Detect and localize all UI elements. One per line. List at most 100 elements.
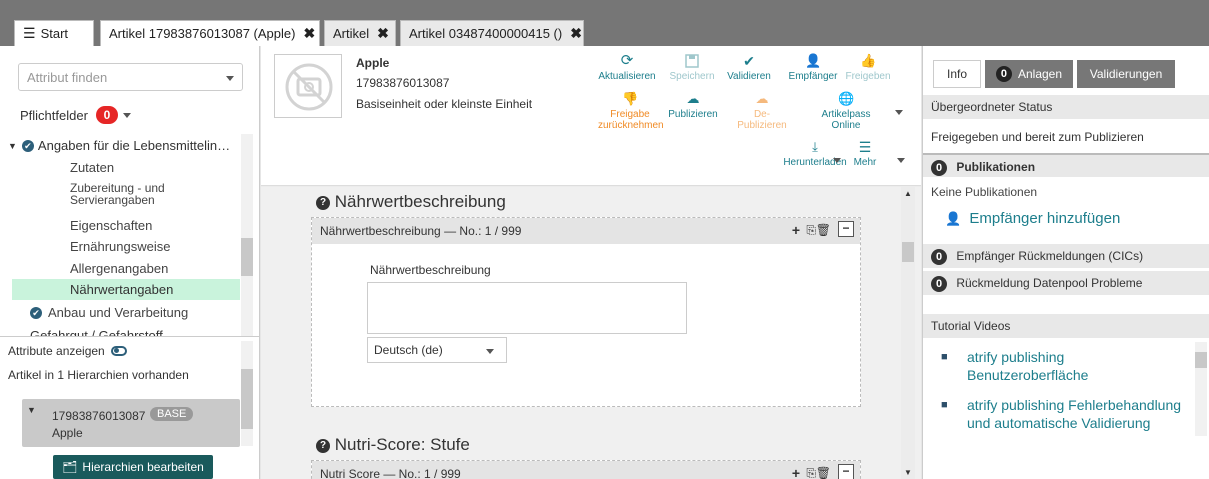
tab-article[interactable]: Artikel ✖	[324, 20, 396, 46]
scroll-down-icon[interactable]: ▼	[904, 468, 912, 477]
download-icon: ⤓	[812, 139, 818, 154]
section-naehrwert-title: ? Nährwertbeschreibung	[316, 192, 506, 212]
attribute-sidebar: Attribut finden Pflichtfelder 0 ▼ ✔ Anga…	[0, 46, 260, 479]
mandatory-fields-filter[interactable]: Pflichtfelder 0	[20, 106, 131, 124]
publish-button[interactable]: ☁ Publizieren	[665, 92, 721, 121]
scroll-up-icon[interactable]: ▲	[904, 189, 912, 198]
close-icon[interactable]: ✖	[377, 25, 389, 42]
divider	[0, 336, 260, 337]
chevron-down-icon	[122, 112, 131, 118]
collapse-icon[interactable]: −	[838, 221, 854, 237]
article-image-placeholder[interactable]	[274, 54, 342, 118]
link-label: Empfänger hinzufügen	[969, 210, 1121, 227]
user-plus-icon: 👤	[805, 53, 822, 68]
user-plus-icon: 👤	[945, 211, 962, 226]
release-button[interactable]: 👍 Freigeben	[843, 54, 893, 83]
field-label: Nährwertbeschreibung	[370, 263, 491, 277]
mandatory-fields-label: Pflichtfelder	[20, 107, 88, 123]
toggle-switch-icon[interactable]	[110, 346, 127, 356]
tool-label: Speichern	[669, 71, 715, 82]
tree-item-zubereitung[interactable]: Zubereitung - und Servierangaben	[70, 182, 230, 206]
search-placeholder: Attribut finden	[27, 70, 108, 85]
menu-icon: ☰	[23, 25, 36, 41]
scrollbar-thumb[interactable]	[241, 238, 253, 276]
scrollbar-thumb[interactable]	[902, 242, 914, 262]
revoke-release-button[interactable]: 👎 Freigabe zurücknehmen	[598, 92, 664, 132]
close-icon[interactable]: ✖	[303, 25, 315, 42]
validate-button[interactable]: ✔ Validieren	[727, 54, 771, 82]
scrollbar-thumb[interactable]	[1195, 352, 1207, 368]
tree-group-gefahrgut[interactable]: Gefahrgut / Gefahrstoff	[8, 328, 240, 336]
chevron-down-icon[interactable]	[897, 158, 905, 163]
unpublish-button[interactable]: ☁ De-Publizieren	[737, 92, 787, 132]
tab-start[interactable]: ☰ Start	[14, 20, 94, 46]
hierarchy-scrollbar[interactable]	[241, 341, 253, 446]
tool-label: Publizieren	[668, 109, 718, 120]
tree-group-food-info[interactable]: ▼ ✔ Angaben für die Lebensmittelin…	[8, 138, 248, 153]
count-badge: 0	[931, 276, 947, 292]
add-icon[interactable]: +	[792, 465, 800, 479]
trash-icon[interactable]: 🗑	[816, 466, 831, 479]
naehrwert-textarea[interactable]	[367, 282, 687, 334]
scrollbar-thumb[interactable]	[241, 369, 253, 429]
copy-icon[interactable]: ⎘	[806, 223, 816, 238]
mandatory-count-badge: 0	[95, 106, 118, 124]
language-select[interactable]: Deutsch (de)	[367, 337, 507, 363]
collapse-icon[interactable]: −	[838, 464, 854, 479]
tree-group-label: Gefahrgut / Gefahrstoff	[30, 328, 163, 336]
article-main: Apple 17983876013087 Basiseinheit oder k…	[261, 46, 921, 479]
row-label: Empfänger Rückmeldungen (CICs)	[956, 249, 1144, 263]
cic-feedback-row[interactable]: 0 Empfänger Rückmeldungen (CICs)	[923, 244, 1209, 268]
hierarchy-gtin: 17983876013087	[52, 409, 146, 423]
copy-icon[interactable]: ⎘	[806, 466, 816, 479]
tab-label: Artikel 17983876013087 (Apple)	[109, 26, 296, 41]
help-icon[interactable]: ?	[316, 438, 330, 453]
tutorial-video-2[interactable]: ■ atrify publishing Fehlerbehandlung und…	[941, 396, 1191, 432]
panel-header-text: Nutri Score — No.: 1 / 999	[320, 467, 461, 479]
tree-item-label: Zubereitung - und Servierangaben	[70, 181, 165, 207]
tutorial-scrollbar[interactable]	[1195, 342, 1207, 436]
check-circle-icon: ✔	[21, 139, 34, 152]
content-scrollbar[interactable]: ▲ ▼	[901, 187, 915, 479]
attribute-search-select[interactable]: Attribut finden	[18, 63, 243, 91]
section-title-text: Nutri-Score: Stufe	[334, 435, 470, 454]
edit-hierarchies-button[interactable]: 🗂 Hierarchien bearbeiten	[53, 455, 213, 479]
caret-down-icon: ▼	[27, 405, 36, 415]
tab-article-apple[interactable]: Artikel 17983876013087 (Apple) ✖	[100, 20, 320, 46]
chevron-down-icon[interactable]	[833, 158, 841, 163]
tree-item-naehrwertangaben[interactable]: Nährwertangaben	[12, 279, 240, 300]
nutriscore-panel: Nutri Score — No.: 1 / 999 + ⎘ 🗑 −	[311, 460, 861, 479]
video-camera-icon: ■	[941, 351, 948, 363]
add-icon[interactable]: +	[792, 222, 800, 238]
save-button[interactable]: Speichern	[667, 54, 717, 82]
close-icon[interactable]: ✖	[570, 25, 582, 42]
tree-group-anbau[interactable]: ✔ Anbau und Verarbeitung	[30, 305, 270, 320]
tab-validierungen[interactable]: Validierungen	[1077, 60, 1175, 88]
hierarchy-node[interactable]: ▼ 17983876013087 BASE Apple	[22, 399, 240, 447]
download-button[interactable]: ⤓ Herunterladen	[783, 139, 847, 169]
chevron-down-icon[interactable]	[895, 110, 903, 115]
tree-group-label: Anbau und Verarbeitung	[48, 305, 189, 320]
globe-icon: 🌐	[838, 91, 855, 106]
tab-label: Artikel	[333, 26, 370, 41]
tutorial-video-1[interactable]: ■ atrify publishing Benutzeroberfläche	[941, 348, 1181, 384]
refresh-button[interactable]: ⟳ Aktualisieren	[596, 53, 658, 82]
tab-article-empty[interactable]: Artikel 03487400000415 () ✖	[400, 20, 584, 46]
base-badge: BASE	[150, 407, 194, 421]
publications-header[interactable]: 0 Publikationen	[923, 153, 1209, 177]
add-recipient-link[interactable]: 👤 Empfänger hinzufügen	[945, 210, 1120, 227]
menu-icon: ☰	[858, 139, 872, 155]
recipients-button[interactable]: 👤 Empfänger	[787, 53, 839, 83]
show-attributes-toggle[interactable]: Attribute anzeigen	[8, 344, 127, 358]
tab-info[interactable]: Info	[933, 60, 981, 88]
tree-item-label: Allergenangaben	[70, 261, 169, 276]
tree-scrollbar[interactable]	[241, 134, 253, 336]
article-pass-button[interactable]: 🌐 Artikelpass Online	[815, 91, 877, 132]
tab-anlagen[interactable]: 0 Anlagen	[985, 60, 1073, 88]
trash-icon[interactable]: 🗑	[816, 223, 831, 237]
tutorial-header: Tutorial Videos	[923, 314, 1209, 338]
datapool-feedback-row[interactable]: 0 Rückmeldung Datenpool Probleme	[923, 271, 1209, 295]
help-icon[interactable]: ?	[316, 195, 330, 210]
more-button[interactable]: ☰ Mehr	[845, 140, 885, 168]
save-icon	[684, 54, 700, 68]
